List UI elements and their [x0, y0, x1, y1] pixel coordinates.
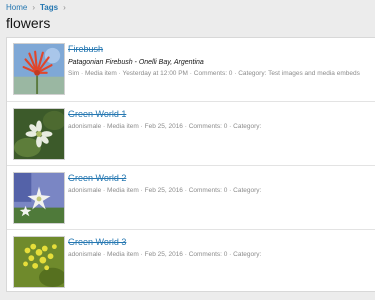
breadcrumb-separator: ›	[63, 3, 66, 12]
result-meta: adonismale · Media item · Feb 25, 2016 ·…	[68, 186, 261, 195]
breadcrumb-home-link[interactable]: Home	[6, 3, 27, 13]
result-date: Yesterday at 12:00 PM	[122, 70, 188, 77]
search-result-item: Green World 1 adonismale · Media item · …	[7, 102, 375, 166]
result-title-link[interactable]: Green World 2	[68, 173, 126, 184]
yellow-flower-photo-icon	[14, 237, 64, 287]
result-title-link[interactable]: Green World 3	[68, 237, 126, 248]
result-type: Media item	[107, 251, 139, 258]
breadcrumb: Home › Tags ›	[6, 3, 71, 13]
search-results-list: Firebush Patagonian Firebush - Onelli Ba…	[6, 37, 375, 292]
result-thumbnail[interactable]	[13, 108, 65, 160]
red-flower-photo-icon	[14, 44, 64, 94]
result-comments: Comments: 0	[188, 187, 228, 194]
result-title-link[interactable]: Green World 1	[68, 109, 126, 120]
breadcrumb-tags-link[interactable]: Tags	[40, 3, 58, 13]
white-flower-photo-icon	[14, 109, 64, 159]
result-meta: adonismale · Media item · Feb 25, 2016 ·…	[68, 122, 261, 131]
result-category-link[interactable]: Category:	[233, 123, 261, 130]
result-comments: Comments: 0	[193, 70, 233, 77]
search-result-item: Green World 2 adonismale · Media item · …	[7, 166, 375, 230]
result-author-link[interactable]: adonismale	[68, 251, 101, 258]
search-result-item: Green World 3 adonismale · Media item · …	[7, 230, 375, 293]
result-author-link[interactable]: Sim	[68, 70, 79, 77]
result-author-link[interactable]: adonismale	[68, 187, 101, 194]
result-date: Feb 25, 2016	[144, 123, 183, 130]
result-snippet: Patagonian Firebush - Onelli Bay, Argent…	[68, 59, 204, 66]
white-star-flower-photo-icon	[14, 173, 64, 223]
result-thumbnail[interactable]	[13, 236, 65, 288]
breadcrumb-separator: ›	[32, 3, 36, 12]
result-comments: Comments: 0	[188, 251, 228, 258]
result-thumbnail[interactable]	[13, 172, 65, 224]
result-type: Media item	[84, 70, 117, 77]
result-date: Feb 25, 2016	[144, 187, 183, 194]
result-category-link[interactable]: Category: Test images and media embeds	[238, 70, 360, 77]
result-meta: adonismale · Media item · Feb 25, 2016 ·…	[68, 250, 261, 259]
result-type: Media item	[107, 123, 139, 130]
result-type: Media item	[107, 187, 139, 194]
result-meta: Sim · Media item · Yesterday at 12:00 PM…	[68, 69, 360, 78]
result-thumbnail[interactable]	[13, 43, 65, 95]
result-comments: Comments: 0	[188, 123, 228, 130]
result-category-link[interactable]: Category:	[233, 187, 261, 194]
result-date: Feb 25, 2016	[144, 251, 183, 258]
page-title: flowers	[6, 15, 51, 31]
result-category-link[interactable]: Category:	[233, 251, 261, 258]
result-title-link[interactable]: Firebush	[68, 44, 103, 55]
search-result-item: Firebush Patagonian Firebush - Onelli Ba…	[7, 38, 375, 102]
result-author-link[interactable]: adonismale	[68, 123, 101, 130]
